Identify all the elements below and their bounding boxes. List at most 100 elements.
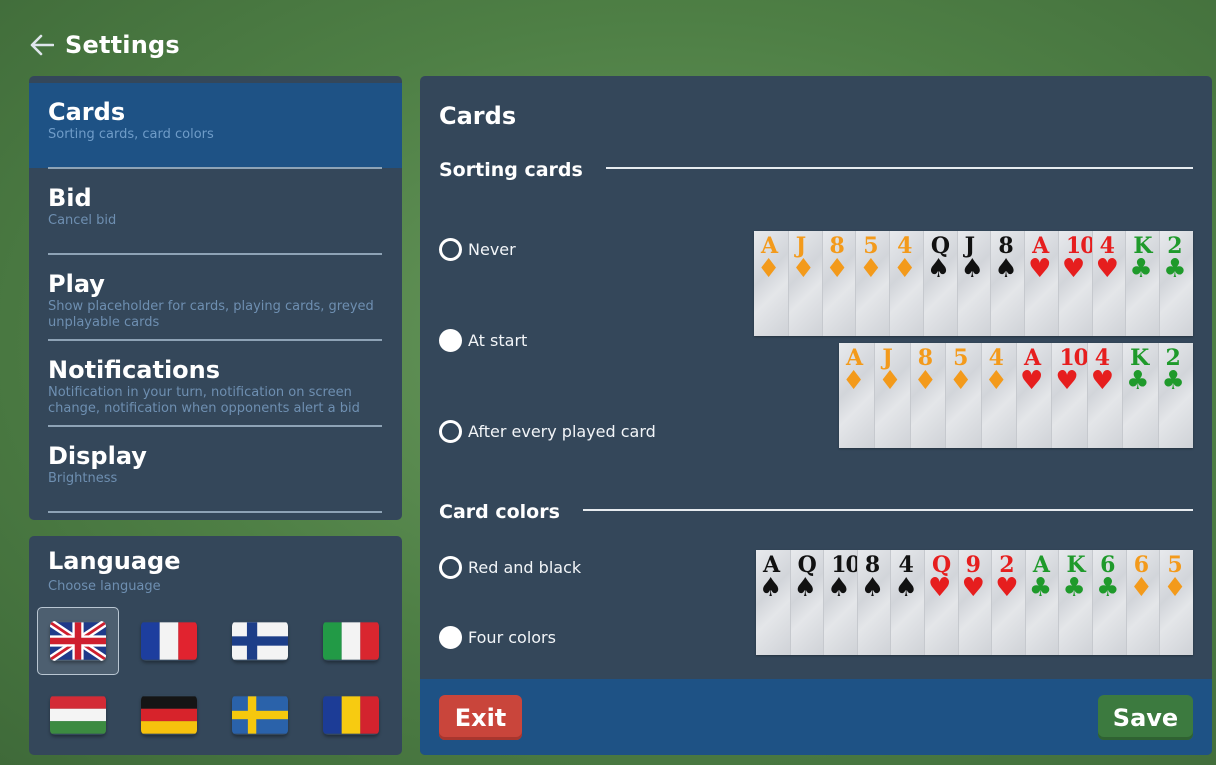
language-subtitle: Choose language bbox=[48, 579, 161, 594]
card-preview-sorted: A ♦ J ♦ 8 ♦ 5 ♦ 4 ♦ A ♥ 10 ♥ 4 ♥ K ♣ 2 ♣ bbox=[839, 343, 1193, 448]
radio-option-red-and-black[interactable]: Red and black bbox=[439, 556, 581, 579]
heart-suit-icon: ♥ bbox=[961, 573, 985, 603]
playing-card: 5 ♦ bbox=[945, 343, 981, 448]
radio-option-at-start[interactable]: At start bbox=[439, 329, 527, 352]
playing-card: A ♠ bbox=[756, 550, 790, 655]
playing-card: 2 ♥ bbox=[991, 550, 1025, 655]
sorting-section-title: Sorting cards bbox=[439, 159, 583, 181]
romania-flag-button[interactable] bbox=[310, 681, 392, 749]
menu-item-play[interactable]: Play Show placeholder for cards, playing… bbox=[29, 255, 402, 340]
menu-item-subtitle: Brightness bbox=[48, 471, 118, 486]
playing-card: K ♣ bbox=[1058, 550, 1093, 655]
playing-card: J ♠ bbox=[956, 231, 991, 336]
radio-option-never[interactable]: Never bbox=[439, 238, 516, 261]
club-suit-icon: ♣ bbox=[1028, 573, 1053, 603]
diamond-suit-icon: ♦ bbox=[757, 254, 781, 284]
radio-button[interactable] bbox=[439, 329, 462, 352]
spade-suit-icon: ♠ bbox=[960, 254, 984, 284]
radio-button[interactable] bbox=[439, 556, 462, 579]
colors-section-title: Card colors bbox=[439, 501, 560, 523]
footer-bar: Exit Save bbox=[420, 679, 1212, 755]
header: Settings bbox=[29, 27, 180, 63]
menu-item-title: Cards bbox=[48, 98, 126, 126]
playing-card: 5 ♦ bbox=[855, 231, 890, 336]
playing-card: 8 ♦ bbox=[821, 231, 856, 336]
settings-menu: Cards Sorting cards, card colors Bid Can… bbox=[29, 76, 402, 520]
menu-item-notifications[interactable]: Notifications Notification in your turn,… bbox=[29, 341, 402, 426]
radio-label: After every played card bbox=[468, 422, 656, 441]
menu-item-subtitle: Notification in your turn, notification … bbox=[48, 385, 360, 416]
france-flag-icon bbox=[141, 622, 197, 660]
menu-item-subtitle: Sorting cards, card colors bbox=[48, 127, 214, 142]
playing-card: 5 ♦ bbox=[1159, 550, 1193, 655]
playing-card: 9 ♥ bbox=[957, 550, 992, 655]
club-suit-icon: ♣ bbox=[1163, 254, 1187, 284]
playing-card: K ♣ bbox=[1122, 343, 1158, 448]
exit-button[interactable]: Exit bbox=[439, 695, 522, 740]
menu-divider bbox=[48, 511, 382, 513]
heart-suit-icon: ♥ bbox=[928, 573, 952, 603]
france-flag-button[interactable] bbox=[128, 607, 210, 675]
playing-card: 2 ♣ bbox=[1157, 343, 1193, 448]
menu-item-cards[interactable]: Cards Sorting cards, card colors bbox=[29, 83, 402, 168]
diamond-suit-icon: ♦ bbox=[949, 366, 973, 396]
menu-item-title: Bid bbox=[48, 184, 92, 212]
diamond-suit-icon: ♦ bbox=[1129, 573, 1154, 603]
finland-flag-button[interactable] bbox=[219, 607, 301, 675]
playing-card: Q ♥ bbox=[924, 550, 958, 655]
spade-suit-icon: ♠ bbox=[793, 573, 817, 603]
menu-item-title: Play bbox=[48, 270, 105, 298]
diamond-suit-icon: ♦ bbox=[878, 366, 902, 396]
heart-suit-icon: ♥ bbox=[1090, 366, 1115, 396]
diamond-suit-icon: ♦ bbox=[913, 366, 938, 396]
menu-item-title: Notifications bbox=[48, 356, 221, 384]
language-title: Language bbox=[48, 547, 181, 575]
playing-card: A ♣ bbox=[1024, 550, 1059, 655]
uk-flag-icon bbox=[50, 621, 106, 661]
diamond-suit-icon: ♦ bbox=[893, 254, 917, 284]
italy-flag-button[interactable] bbox=[310, 607, 392, 675]
diamond-suit-icon: ♦ bbox=[825, 254, 849, 284]
spade-suit-icon: ♠ bbox=[926, 254, 951, 284]
section-divider bbox=[583, 509, 1193, 511]
spade-suit-icon: ♠ bbox=[994, 254, 1018, 284]
save-button[interactable]: Save bbox=[1098, 695, 1193, 740]
playing-card: 6 ♦ bbox=[1125, 550, 1160, 655]
club-suit-icon: ♣ bbox=[1096, 573, 1120, 603]
spade-suit-icon: ♠ bbox=[759, 573, 783, 603]
playing-card: 8 ♦ bbox=[909, 343, 946, 448]
card-preview-colors: A ♠ Q ♠ 10 ♠ 8 ♠ 4 ♠ Q ♥ 9 ♥ 2 ♥ A ♣ K ♣ 6 ♣ 6 ♦ 5 ♦ bbox=[756, 550, 1193, 655]
hungary-flag-button[interactable] bbox=[37, 681, 119, 749]
spade-suit-icon: ♠ bbox=[894, 573, 918, 603]
arrow-left-icon[interactable] bbox=[29, 32, 55, 58]
radio-button[interactable] bbox=[439, 626, 462, 649]
germany-flag-button[interactable] bbox=[128, 681, 210, 749]
uk-flag-button[interactable] bbox=[37, 607, 119, 675]
diamond-suit-icon: ♦ bbox=[1163, 573, 1187, 603]
sweden-flag-button[interactable] bbox=[219, 681, 301, 749]
radio-button[interactable] bbox=[439, 238, 462, 261]
radio-option-four-colors[interactable]: Four colors bbox=[439, 626, 556, 649]
radio-label: At start bbox=[468, 331, 528, 350]
menu-item-display[interactable]: Display Brightness bbox=[29, 427, 402, 512]
playing-card: 6 ♣ bbox=[1092, 550, 1126, 655]
radio-button[interactable] bbox=[439, 420, 462, 443]
menu-item-title: Display bbox=[48, 442, 147, 470]
radio-option-after-every-played-card[interactable]: After every played card bbox=[439, 420, 656, 443]
hungary-flag-icon bbox=[50, 696, 106, 734]
page-title: Settings bbox=[65, 31, 180, 59]
cards-settings-panel: Cards Sorting cards Never At start After… bbox=[420, 76, 1212, 755]
section-divider bbox=[606, 167, 1193, 169]
playing-card: 4 ♦ bbox=[889, 231, 923, 336]
sweden-flag-icon bbox=[232, 696, 288, 734]
menu-item-bid[interactable]: Bid Cancel bid bbox=[29, 169, 402, 254]
diamond-suit-icon: ♦ bbox=[984, 366, 1008, 396]
playing-card: A ♥ bbox=[1024, 231, 1058, 336]
heart-suit-icon: ♥ bbox=[1061, 254, 1086, 284]
heart-suit-icon: ♥ bbox=[1095, 254, 1119, 284]
content-title: Cards bbox=[439, 102, 517, 130]
spade-suit-icon: ♠ bbox=[860, 573, 885, 603]
playing-card: K ♣ bbox=[1125, 231, 1160, 336]
club-suit-icon: ♣ bbox=[1126, 366, 1150, 396]
radio-label: Four colors bbox=[468, 628, 556, 647]
